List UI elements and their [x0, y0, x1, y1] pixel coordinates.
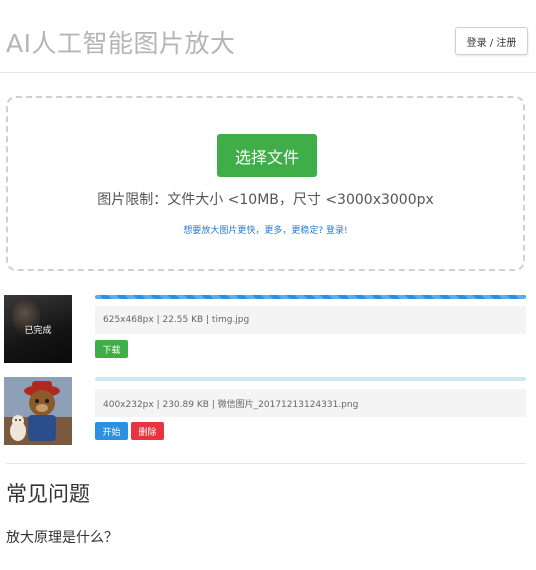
image-limit-text: 图片限制：文件大小 <10MB，尺寸 <3000x3000px [97, 192, 434, 208]
page-title: AI人工智能图片放大 [6, 29, 236, 58]
file-thumbnail-2 [4, 377, 72, 445]
file-info-1: 625x468px | 22.55 KB | timg.jpg [95, 306, 526, 334]
start-button[interactable]: 开始 [95, 422, 128, 440]
header: AI人工智能图片放大 登录 / 注册 [0, 0, 536, 73]
progress-bar-2 [95, 377, 526, 381]
login-prompt-link[interactable]: 想要放大图片更快，更多，更稳定? 登录! [8, 223, 523, 236]
faq-question[interactable]: 放大原理是什么？ [6, 527, 118, 547]
delete-button[interactable]: 删除 [131, 422, 164, 440]
faq-title: 常见问题 [6, 482, 90, 506]
choose-file-button[interactable]: 选择文件 [217, 134, 317, 177]
bear-image [4, 377, 72, 445]
progress-bar-1 [95, 295, 526, 299]
completed-label: 已完成 [24, 326, 52, 336]
upload-drop-zone[interactable]: 选择文件 图片限制：文件大小 <10MB，尺寸 <3000x3000px 想要放… [6, 96, 525, 271]
login-register-button[interactable]: 登录 / 注册 [455, 27, 528, 55]
file-thumbnail-1: 已完成 [4, 295, 72, 363]
divider [6, 463, 526, 464]
download-button[interactable]: 下载 [95, 340, 128, 358]
file-info-2: 400x232px | 230.89 KB | 微信图片_20171213124… [95, 389, 526, 417]
